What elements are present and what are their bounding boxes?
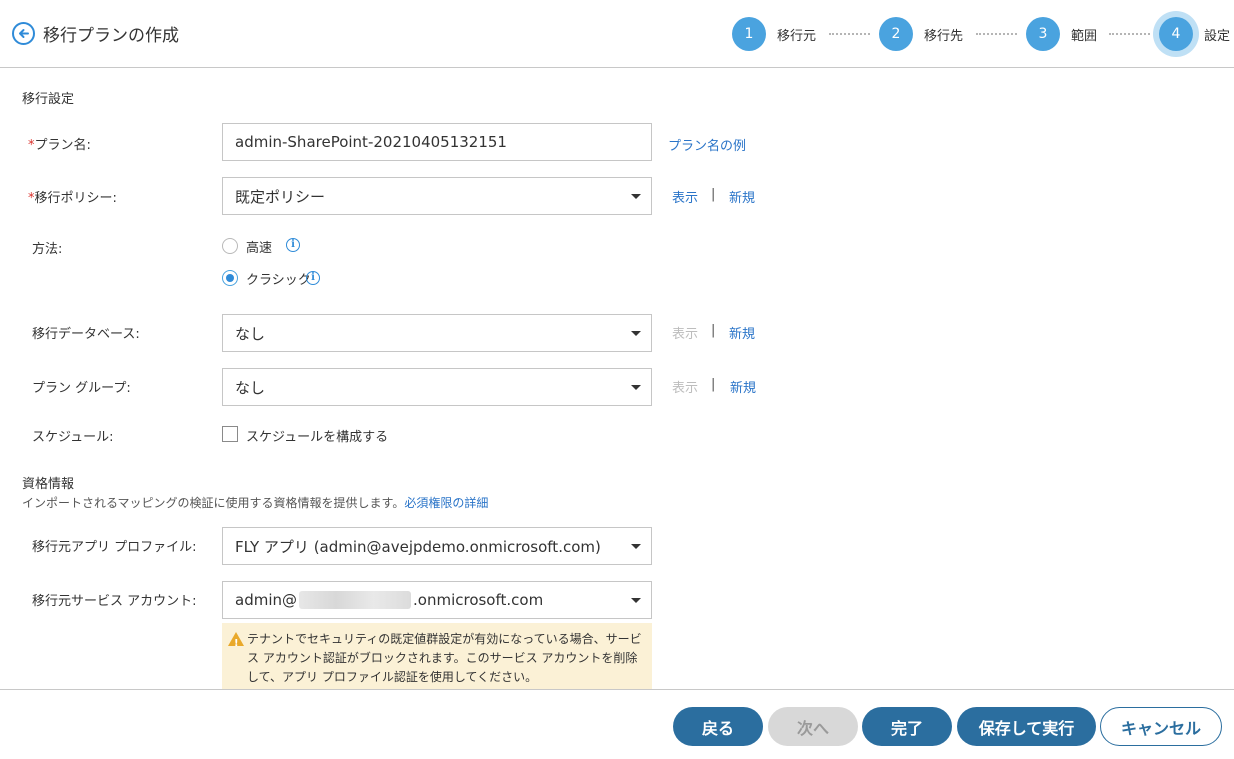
database-new-link[interactable]: 新規 bbox=[729, 323, 755, 342]
step-4-circle[interactable]: 4 bbox=[1159, 17, 1193, 51]
service-account-label: 移行元サービス アカウント: bbox=[32, 594, 197, 609]
step-1-circle[interactable]: 1 bbox=[732, 17, 766, 51]
policy-show-link[interactable]: 表示 bbox=[672, 187, 698, 206]
app-profile-label: 移行元アプリ プロファイル: bbox=[32, 540, 197, 555]
info-icon[interactable]: i bbox=[306, 271, 320, 285]
caret-down-icon bbox=[631, 194, 641, 199]
database-value: なし bbox=[235, 324, 266, 343]
plan-group-value: なし bbox=[235, 378, 266, 397]
security-defaults-warning: ! テナントでセキュリティの既定値群設定が有効になっている場合、サービス アカウ… bbox=[222, 623, 652, 689]
caret-down-icon bbox=[631, 331, 641, 336]
method-fast-label: 高速 bbox=[246, 241, 273, 256]
schedule-checkbox[interactable] bbox=[222, 426, 238, 442]
caret-down-icon bbox=[631, 544, 641, 549]
header: 移行プランの作成 1 移行元 2 移行先 3 範囲 4 設定 bbox=[0, 0, 1234, 68]
plan-name-example-link[interactable]: プラン名の例 bbox=[668, 135, 746, 154]
step-connector bbox=[1109, 33, 1150, 35]
step-1-label: 移行元 bbox=[777, 29, 817, 44]
step-connector bbox=[829, 33, 870, 35]
warning-text: テナントでセキュリティの既定値群設定が有効になっている場合、サービス アカウント… bbox=[247, 632, 642, 684]
next-button: 次へ bbox=[768, 707, 858, 746]
settings-form: 移行設定 *プラン名: admin-SharePoint-20210405132… bbox=[0, 69, 1234, 689]
link-separator: | bbox=[711, 187, 716, 202]
step-2-circle[interactable]: 2 bbox=[879, 17, 913, 51]
service-account-select[interactable]: admin@ .onmicrosoft.com bbox=[222, 581, 652, 619]
warning-icon: ! bbox=[228, 632, 244, 649]
plan-group-label: プラン グループ: bbox=[32, 381, 131, 396]
method-fast-radio[interactable] bbox=[222, 238, 238, 254]
back-button[interactable]: 戻る bbox=[673, 707, 763, 746]
caret-down-icon bbox=[631, 385, 641, 390]
info-icon[interactable]: i bbox=[286, 238, 300, 252]
step-3-label: 範囲 bbox=[1071, 29, 1098, 44]
step-connector bbox=[976, 33, 1017, 35]
policy-value: 既定ポリシー bbox=[235, 187, 326, 206]
credentials-description: インポートされるマッピングの検証に使用する資格情報を提供します。必須権限の詳細 bbox=[22, 494, 488, 511]
service-account-prefix: admin@ bbox=[235, 591, 297, 609]
service-account-suffix: .onmicrosoft.com bbox=[413, 591, 544, 609]
save-and-run-button[interactable]: 保存して実行 bbox=[957, 707, 1096, 746]
redacted-text bbox=[299, 591, 411, 609]
database-select[interactable]: なし bbox=[222, 314, 652, 352]
method-classic-radio[interactable] bbox=[222, 270, 238, 286]
app-profile-select[interactable]: FLY アプリ (admin@avejpdemo.onmicrosoft.com… bbox=[222, 527, 652, 565]
app-profile-value: FLY アプリ (admin@avejpdemo.onmicrosoft.com… bbox=[235, 537, 601, 556]
page-title: 移行プランの作成 bbox=[43, 26, 179, 46]
caret-down-icon bbox=[631, 598, 641, 603]
footer: 戻る 次へ 完了 保存して実行 キャンセル bbox=[0, 689, 1234, 759]
schedule-label: スケジュール: bbox=[32, 430, 114, 445]
plan-group-new-link[interactable]: 新規 bbox=[730, 377, 756, 396]
cancel-button[interactable]: キャンセル bbox=[1100, 707, 1222, 746]
link-separator: | bbox=[711, 377, 716, 392]
policy-select[interactable]: 既定ポリシー bbox=[222, 177, 652, 215]
method-classic-label: クラシック bbox=[246, 273, 311, 288]
policy-label-text: 移行ポリシー: bbox=[34, 191, 117, 206]
back-arrow-icon[interactable] bbox=[12, 22, 35, 45]
step-3-circle[interactable]: 3 bbox=[1026, 17, 1060, 51]
schedule-checkbox-label: スケジュールを構成する bbox=[246, 430, 389, 445]
plan-group-select[interactable]: なし bbox=[222, 368, 652, 406]
database-show-link: 表示 bbox=[672, 327, 699, 342]
plan-group-show-link: 表示 bbox=[672, 381, 699, 396]
database-label: 移行データベース: bbox=[32, 327, 140, 342]
required-permissions-link[interactable]: 必須権限の詳細 bbox=[404, 496, 488, 510]
plan-name-value: admin-SharePoint-20210405132151 bbox=[235, 133, 507, 151]
policy-new-link[interactable]: 新規 bbox=[729, 187, 755, 206]
step-2-label: 移行先 bbox=[924, 29, 964, 44]
method-label: 方法: bbox=[32, 242, 63, 257]
plan-name-input[interactable]: admin-SharePoint-20210405132151 bbox=[222, 123, 652, 161]
plan-name-label-text: プラン名: bbox=[34, 138, 91, 153]
plan-name-label: *プラン名: bbox=[28, 134, 91, 153]
finish-button[interactable]: 完了 bbox=[862, 707, 952, 746]
migration-settings-title: 移行設定 bbox=[22, 92, 75, 107]
policy-label: *移行ポリシー: bbox=[28, 187, 117, 206]
credentials-title: 資格情報 bbox=[22, 477, 75, 492]
credentials-description-text: インポートされるマッピングの検証に使用する資格情報を提供します。 bbox=[22, 496, 405, 510]
link-separator: | bbox=[711, 323, 716, 338]
step-4-label: 設定 bbox=[1204, 29, 1231, 44]
